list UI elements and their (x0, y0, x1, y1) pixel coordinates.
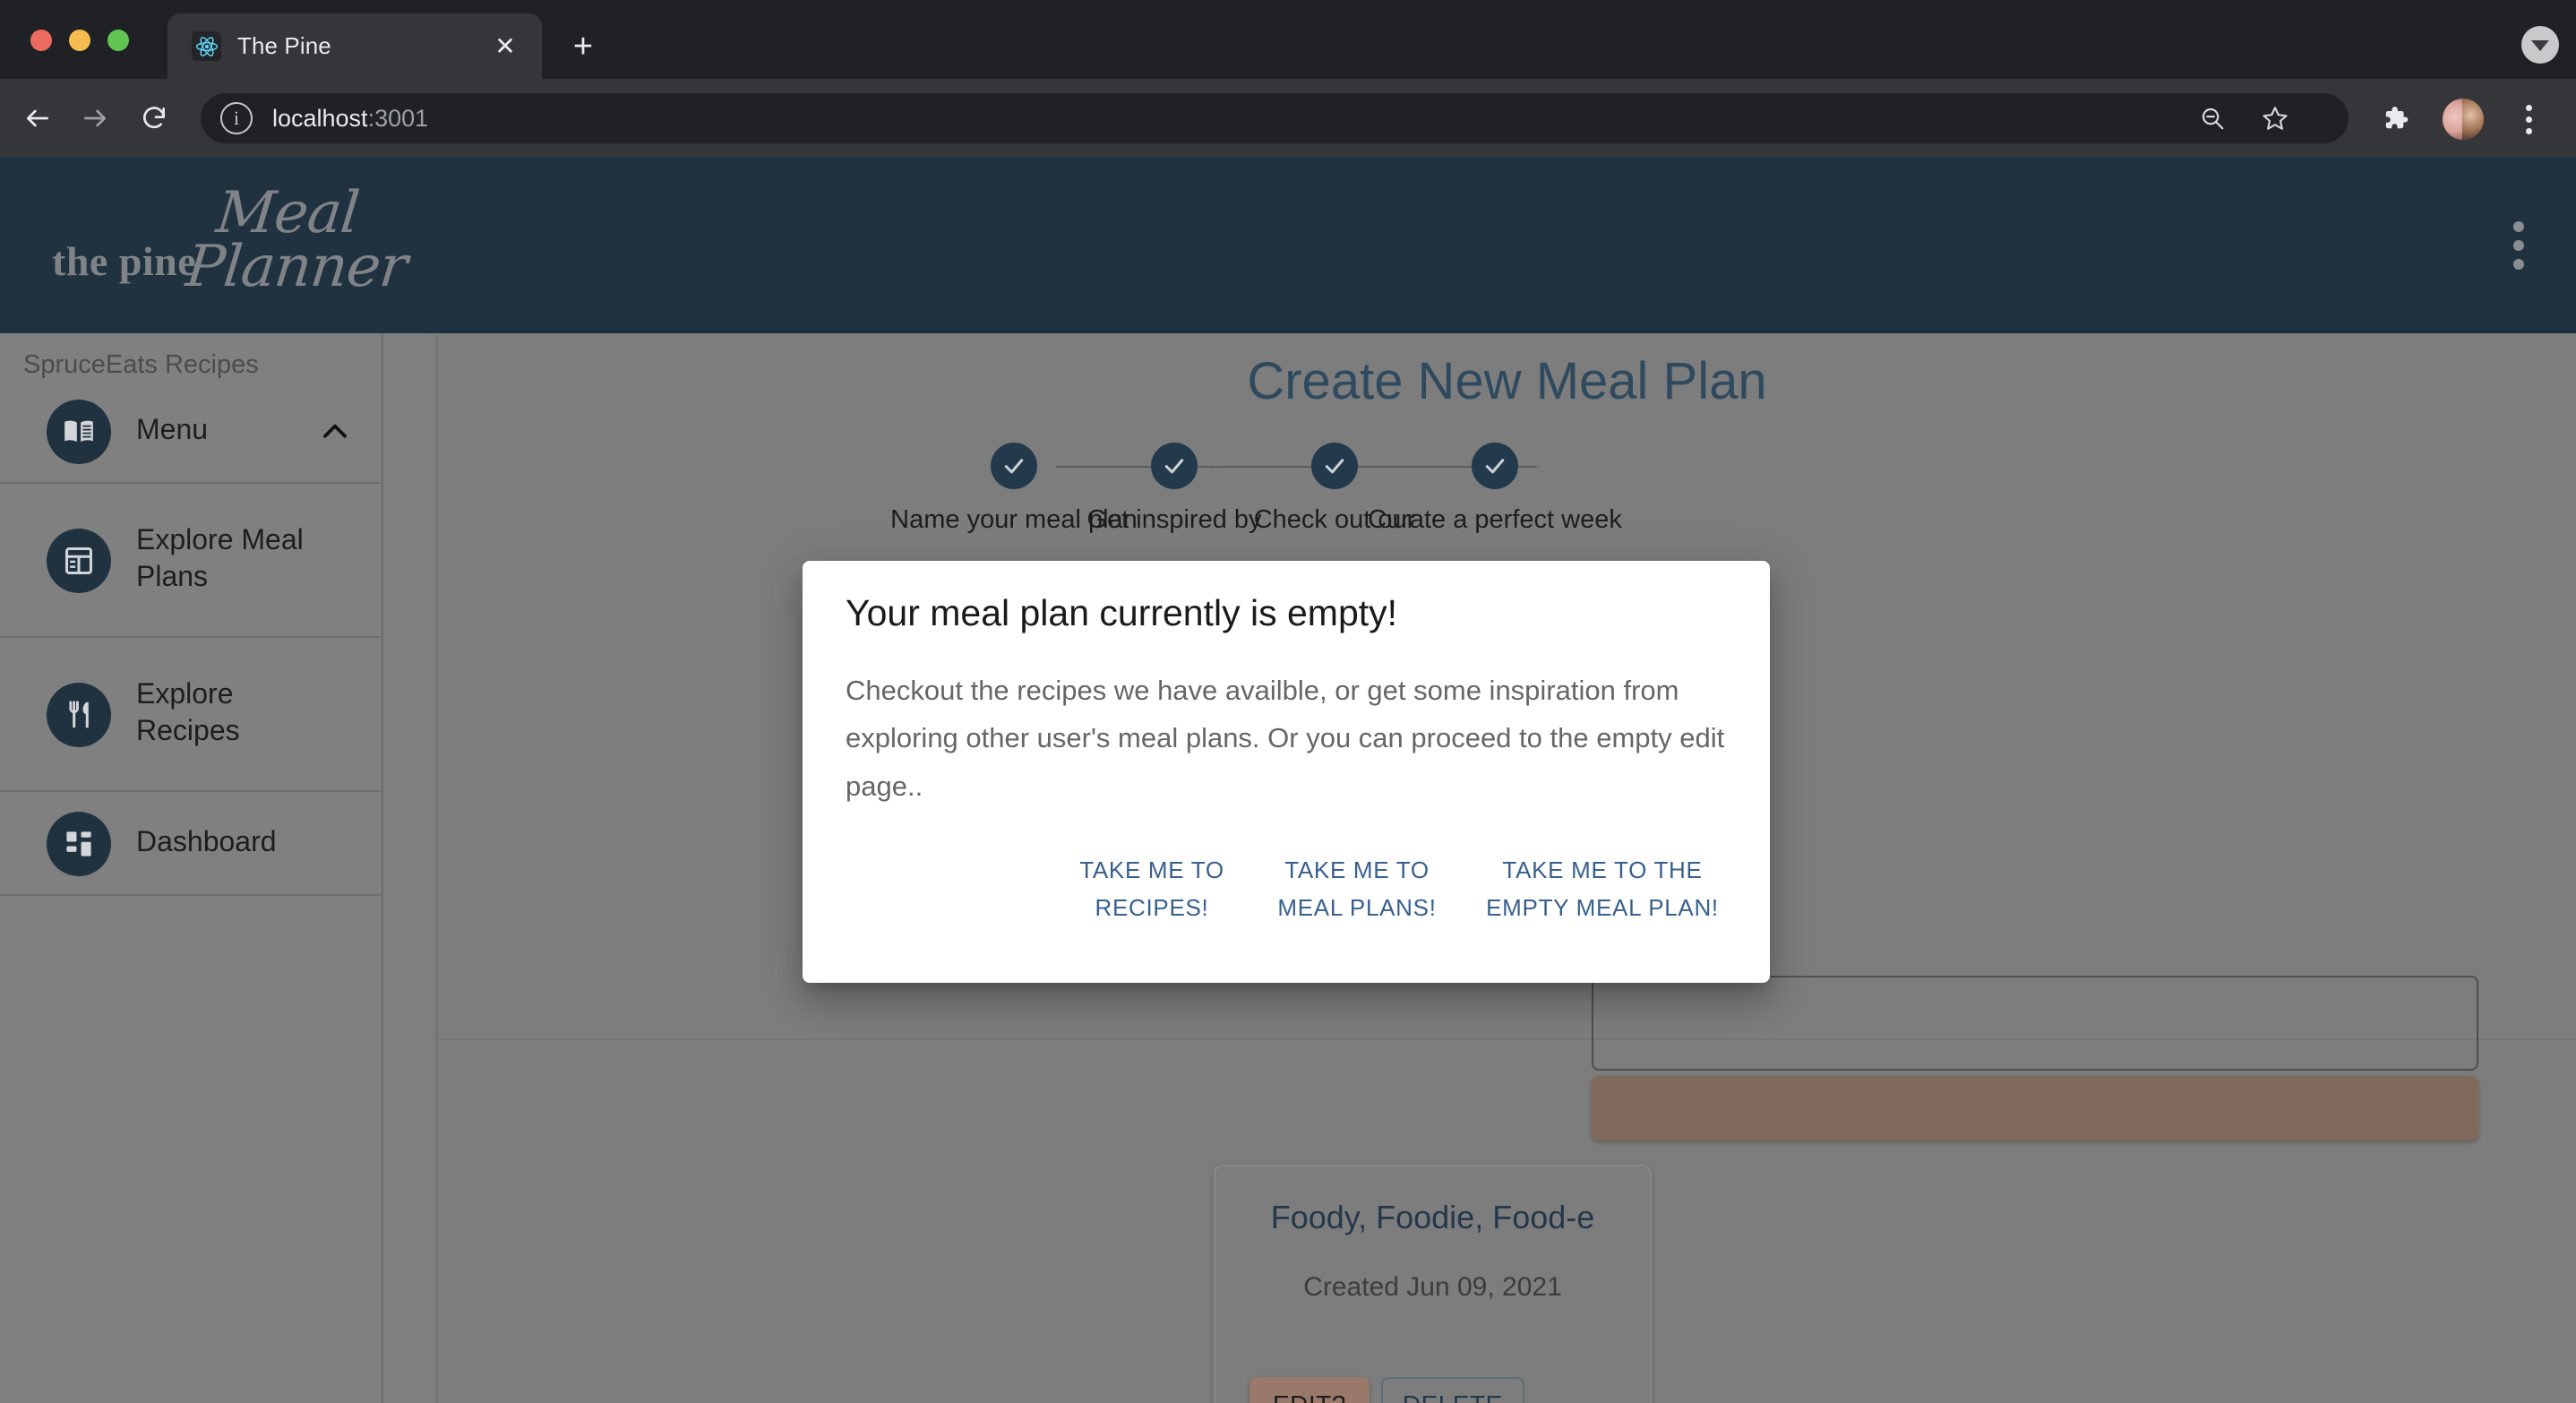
empty-meal-plan-dialog: Your meal plan currently is empty! Check… (803, 561, 1770, 983)
avatar[interactable] (2443, 99, 2484, 140)
reload-icon[interactable] (131, 95, 177, 142)
dashboard-icon (47, 812, 111, 876)
meal-plan-name-input[interactable] (1592, 976, 2478, 1071)
minimize-window-button[interactable] (69, 30, 90, 51)
maximize-window-button[interactable] (107, 30, 129, 51)
take-me-to-recipes-button[interactable]: TAKE ME TO RECIPES! (1058, 839, 1246, 939)
sidebar-item-label: Menu (136, 413, 209, 445)
browser-window: The Pine ✕ + i localhost:3001 the pine M… (0, 0, 2576, 1403)
take-me-to-meal-plans-button[interactable]: TAKE ME TO MEAL PLANS! (1246, 839, 1468, 939)
meal-plan-card: Foody, Foodie, Food-e Created Jun 09, 20… (1214, 1165, 1652, 1403)
section-divider (438, 1038, 2576, 1040)
chevron-up-icon[interactable] (317, 414, 353, 450)
url-port: :3001 (367, 104, 429, 132)
create-meal-plan-button[interactable] (1592, 1076, 2478, 1140)
dialog-actions: TAKE ME TO RECIPES! TAKE ME TO MEAL PLAN… (837, 839, 1737, 939)
meal-plan-card-title: Foody, Foodie, Food-e (1270, 1199, 1595, 1235)
tab-search-caret-icon[interactable] (2521, 26, 2559, 64)
meal-plan-icon (47, 529, 111, 593)
dialog-title: Your meal plan currently is empty! (846, 592, 1398, 633)
meal-plan-card-actions: EDIT? DELETE (1249, 1377, 1524, 1403)
sidebar-item-explore-meal-plans[interactable]: Explore Meal Plans (0, 484, 382, 638)
sidebar-title: SpruceEats Recipes (23, 350, 259, 379)
edit-button[interactable]: EDIT? (1249, 1377, 1370, 1403)
logo-the-pine-text: the pine (52, 238, 197, 284)
book-icon (47, 400, 111, 464)
check-icon (1472, 443, 1518, 489)
sidebar-item-label: Explore Meal Plans (136, 523, 304, 592)
address-bar[interactable]: i localhost:3001 (201, 93, 2348, 143)
browser-menu-icon[interactable] (2508, 99, 2549, 140)
dialog-body-text: Checkout the recipes we have availble, o… (846, 675, 1725, 802)
address-bar-url: localhost:3001 (272, 105, 428, 133)
sidebar-item-label: Dashboard (136, 825, 277, 857)
react-icon (192, 31, 221, 61)
window-traffic-lights (30, 30, 129, 51)
forward-icon[interactable] (72, 95, 118, 142)
sidebar-item-label: Explore Recipes (136, 677, 240, 746)
back-icon[interactable] (14, 95, 61, 142)
logo-meal-text: Meal (213, 180, 362, 246)
browser-tab-strip: The Pine ✕ + (0, 0, 2576, 79)
app-header: the pine Meal Planner (0, 157, 2576, 333)
stepper-step-4[interactable]: Curate a perfect week (1347, 443, 1643, 535)
page-viewport: the pine Meal Planner SpruceEats Recipes (0, 157, 2576, 1403)
new-tab-button[interactable]: + (562, 25, 605, 68)
delete-button[interactable]: DELETE (1380, 1377, 1524, 1403)
bookmark-star-icon[interactable] (2254, 97, 2297, 140)
logo-planner-text: Planner (183, 234, 410, 300)
page-title: Create New Meal Plan (1247, 352, 1767, 410)
sidebar-item-dashboard[interactable]: Dashboard (0, 792, 382, 896)
browser-toolbar: i localhost:3001 (0, 79, 2576, 157)
browser-tab[interactable]: The Pine ✕ (167, 13, 542, 79)
header-overflow-menu-icon[interactable] (2494, 216, 2544, 275)
fork-knife-icon (47, 683, 111, 747)
url-host: localhost (272, 104, 368, 132)
site-info-icon[interactable]: i (220, 102, 253, 134)
extensions-icon[interactable] (2375, 99, 2415, 138)
sidebar-item-explore-recipes[interactable]: Explore Recipes (0, 638, 382, 792)
app-logo[interactable]: the pine Meal Planner (52, 180, 428, 311)
take-me-to-empty-meal-plan-button[interactable]: TAKE ME TO THE EMPTY MEAL PLAN! (1468, 839, 1737, 939)
meal-plan-card-date: Created Jun 09, 2021 (1303, 1272, 1562, 1302)
stepper-step-label: Curate a perfect week (1368, 505, 1622, 534)
close-tab-button[interactable]: ✕ (488, 30, 522, 64)
close-window-button[interactable] (30, 30, 52, 51)
sidebar: SpruceEats Recipes Menu Explore Meal Pla… (0, 333, 383, 1403)
zoom-out-icon[interactable] (2191, 97, 2234, 140)
stepper: Name your meal plan Get inspired by Chec… (438, 443, 2576, 559)
browser-tab-title: The Pine (237, 32, 331, 59)
sidebar-item-menu[interactable]: Menu (0, 380, 382, 484)
